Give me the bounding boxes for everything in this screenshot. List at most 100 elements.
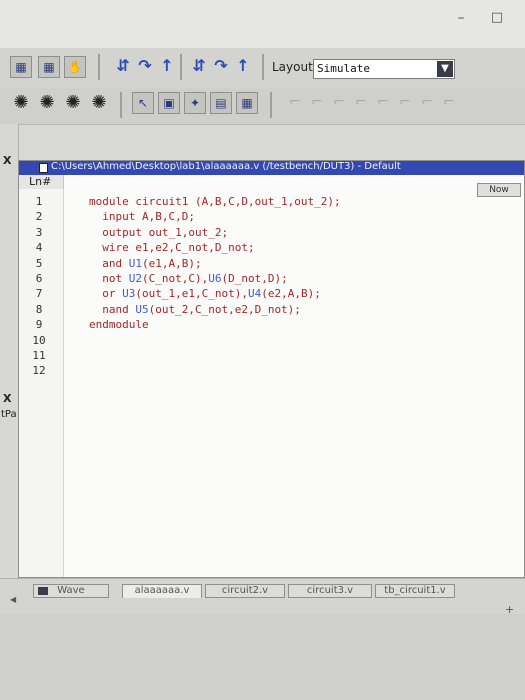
code-line[interactable]: wire e1,e2,C_not,D_not; [89,241,255,255]
step-over-icon[interactable]: ↷ [134,56,156,78]
wave-edit-icon[interactable]: ⌐ [438,92,460,114]
code-token: and [89,256,129,270]
minimize-icon[interactable]: – [452,10,470,26]
wave-edit-icon[interactable]: ⌐ [350,92,372,114]
code-line[interactable]: module circuit1 (A,B,C,D,out_1,out_2); [89,195,341,208]
tab-label: circuit2.v [221,585,269,596]
tab-label: circuit3.v [306,585,354,596]
up-icon[interactable]: ↑ [232,56,254,78]
code-line[interactable]: output out_1,out_2; [89,226,228,239]
now-button[interactable]: Now [477,183,521,197]
tab-tb-circuit1[interactable]: tb_circuit1.v [375,584,455,598]
gear-icon[interactable]: ✺ [62,92,84,114]
gear-icon[interactable]: ✺ [36,92,58,114]
save-icon[interactable]: ▦ [38,56,60,78]
wave-edit-icon[interactable]: ⌐ [416,92,438,114]
code-token: nand [89,302,136,316]
file-icon [39,163,48,173]
toolbar-divider [262,54,264,80]
layout-label: Layout [272,60,313,74]
wave-edit-icon[interactable]: ⌐ [284,92,306,114]
code-token: (C_not,C), [142,272,209,285]
toolbar-divider [270,92,272,118]
step-out-icon[interactable]: ↑ [156,56,178,78]
line-number: 4 [35,241,43,255]
line-number: 9 [35,318,43,332]
wave-edit-icon[interactable]: ⌐ [306,92,328,114]
instance-name: U5 [135,302,149,316]
toolbar-divider [180,54,182,80]
code-line[interactable]: and U1(e1,A,B); [89,256,202,270]
tab-circuit3[interactable]: circuit3.v [288,584,372,598]
code-token: output out_1,out_2; [89,225,229,239]
step-icon[interactable]: ⇵ [112,56,134,78]
zoom-in-icon[interactable]: ▤ [210,92,232,114]
now-button-label: Now [489,185,509,195]
zoom-icon[interactable]: ▣ [158,92,180,114]
code-token: (D_not,D); [221,272,288,285]
break-icon[interactable]: ✋ [64,56,86,78]
code-token: (e1,A,B); [142,256,202,270]
line-number-header-label: Ln# [29,175,52,188]
toolbar-divider [98,54,100,80]
gear-icon[interactable]: ✺ [88,92,110,114]
line-number: 1 [35,195,43,208]
editor-title: C:\Users\Ahmed\Desktop\lab1\alaaaaaa.v (… [51,161,401,172]
left-panel-label: tPa [1,409,17,420]
code-token: wire e1,e2,C_not,D_not; [89,241,255,255]
instance-name: U6 [208,272,222,285]
close-icon[interactable]: X [3,154,11,167]
toolbar-divider [120,92,122,118]
code-token: input A,B,C,D; [89,210,195,224]
wave-edit-icon[interactable]: ⌐ [372,92,394,114]
code-line[interactable]: nand U5(out_2,C_not,e2,D_not); [89,303,301,316]
wave-edit-icon[interactable]: ⌐ [394,92,416,114]
line-number: 12 [32,364,46,378]
line-number: 6 [35,272,43,285]
layout-select[interactable]: Simulate ▼ [313,59,455,79]
instance-name: U1 [128,256,142,270]
wave-edit-icon[interactable]: ⌐ [328,92,350,114]
tab-label: Wave [57,585,85,596]
line-number: 5 [35,256,43,270]
window-titlebar [0,0,525,48]
line-number: 2 [35,210,43,224]
code-line[interactable]: or U3(out_1,e1,C_not),U4(e2,A,B); [89,287,321,300]
code-line[interactable]: input A,B,C,D; [89,210,195,223]
left-panel [0,124,19,614]
open-file-icon[interactable]: ▦ [10,56,32,78]
chevron-down-icon[interactable]: ▼ [437,61,453,77]
layout-select-value: Simulate [317,62,370,75]
tab-alaaaaaa[interactable]: alaaaaaa.v [122,584,202,598]
instance-name: U2 [128,272,142,285]
code-token: or [89,287,123,301]
cursor-icon[interactable]: ↖ [132,92,154,114]
line-number: 11 [32,349,46,362]
wave-icon [38,587,48,595]
code-token: endmodule [89,318,149,332]
restore-icon[interactable]: □ [488,10,506,26]
code-line[interactable]: not U2(C_not,C),U6(D_not,D); [89,272,288,285]
tab-label: alaaaaaa.v [134,585,190,596]
line-number: 10 [32,333,46,347]
close-icon[interactable]: X [3,392,11,405]
bottom-panel [0,614,525,700]
code-token: (out_1,e1,C_not), [135,287,248,301]
code-line[interactable]: endmodule [89,318,149,331]
step-down-icon[interactable]: ⇵ [188,56,210,78]
tab-circuit2[interactable]: circuit2.v [205,584,285,598]
tab-label: tb_circuit1.v [384,585,446,596]
source-editor[interactable]: C:\Users\Ahmed\Desktop\lab1\alaaaaaa.v (… [18,160,525,578]
grid-icon[interactable]: ▦ [236,92,258,114]
line-number-header: Ln# [19,175,64,189]
redo-icon[interactable]: ↷ [210,56,232,78]
editor-titlebar: C:\Users\Ahmed\Desktop\lab1\alaaaaaa.v (… [19,161,524,175]
zoom-full-icon[interactable]: ✦ [184,92,206,114]
chevron-left-icon[interactable]: ◀ [10,595,16,604]
code-token: (out_2,C_not,e2,D_not); [148,302,301,316]
gear-icon[interactable]: ✺ [10,92,32,114]
line-number: 8 [35,302,43,316]
code-token: module circuit1 (A,B,C,D,out_1,out_2); [89,195,341,208]
line-number: 3 [35,225,43,239]
code-token: (e2,A,B); [261,287,321,301]
